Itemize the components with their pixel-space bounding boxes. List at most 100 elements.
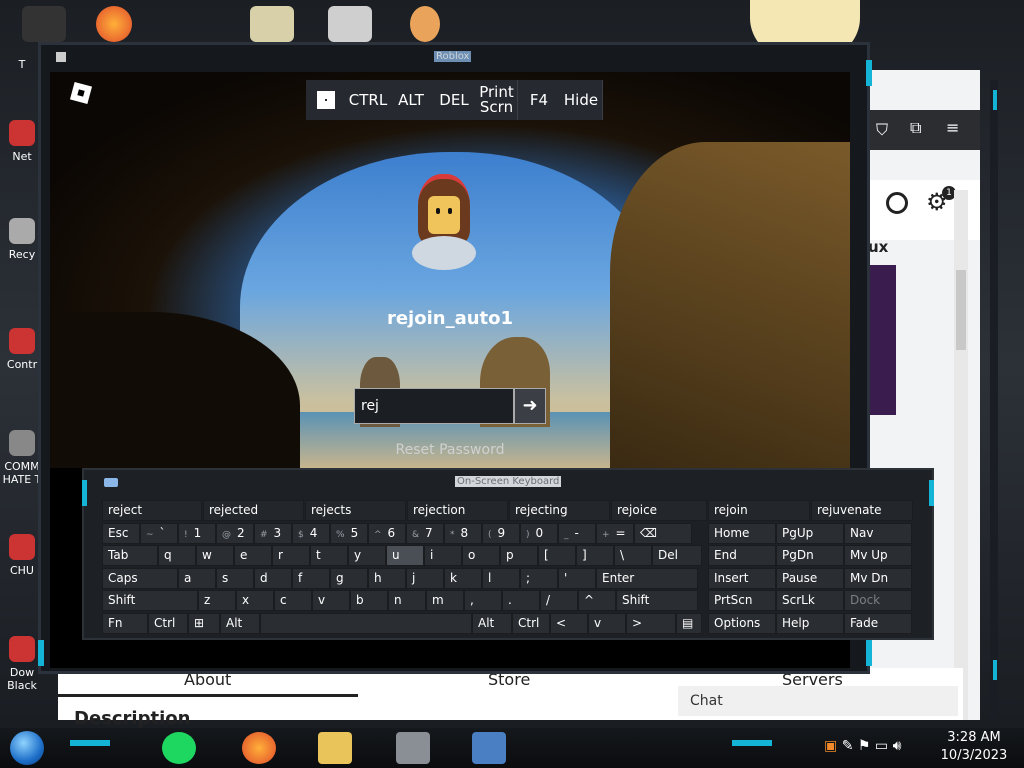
key-4[interactable]: #3 xyxy=(254,522,292,544)
key-r[interactable]: r xyxy=(272,545,310,566)
menu-icon[interactable]: ≡ xyxy=(946,118,959,137)
robux-icon[interactable] xyxy=(886,192,908,214)
key-2[interactable]: ! 1 xyxy=(178,522,216,544)
key-options[interactable]: Options xyxy=(708,612,776,634)
key-f[interactable]: f xyxy=(292,567,330,589)
key-'[interactable]: ' xyxy=(558,567,596,589)
key-k[interactable]: k xyxy=(444,567,482,589)
key-4[interactable]: v xyxy=(312,590,350,611)
suggestion-rejoice[interactable]: rejoice xyxy=(611,500,707,521)
key-dock[interactable]: Dock xyxy=(844,590,912,611)
windows-key-button[interactable] xyxy=(306,80,347,120)
suggestion-rejected[interactable]: rejected xyxy=(203,500,304,521)
key-12[interactable]: _ - xyxy=(558,522,596,544)
suggestion-rejuvenate[interactable]: rejuvenate xyxy=(811,500,913,521)
suggestion-rejecting[interactable]: rejecting xyxy=(509,500,610,521)
key-Tab[interactable]: Tab xyxy=(102,545,158,566)
key-row5-0[interactable]: Fn xyxy=(102,612,148,634)
key-][interactable]: ] xyxy=(576,545,614,566)
key-1[interactable]: ~ ` xyxy=(140,522,178,544)
password-input[interactable]: rej xyxy=(354,388,514,424)
hide-button[interactable]: Hide xyxy=(560,80,603,120)
app-icon[interactable] xyxy=(22,6,66,42)
pocket-icon[interactable]: ⛉ xyxy=(876,120,888,140)
key-pgdn[interactable]: PgDn xyxy=(776,545,844,566)
key-[[interactable]: [ xyxy=(538,545,576,566)
volume-icon[interactable]: 🔊︎ xyxy=(893,738,902,754)
key-h[interactable]: h xyxy=(368,567,406,589)
key-row5-8[interactable]: v xyxy=(588,612,626,634)
key-3[interactable]: @2 xyxy=(216,522,254,544)
firefox-icon[interactable] xyxy=(242,732,276,764)
key-0[interactable]: Shift xyxy=(102,590,198,611)
tray-tool-icon[interactable]: ✎ xyxy=(842,738,854,754)
key-help[interactable]: Help xyxy=(776,612,844,634)
key-Enter[interactable]: Enter xyxy=(596,567,698,589)
key-s[interactable]: s xyxy=(216,567,254,589)
key-6[interactable]: % 5 xyxy=(330,522,368,544)
key-row5-5[interactable]: Alt xyxy=(472,612,512,634)
suggestion-rejoin[interactable]: rejoin xyxy=(708,500,810,521)
key-row5-1[interactable]: Ctrl xyxy=(148,612,188,634)
key-q[interactable]: q xyxy=(158,545,196,566)
key-p[interactable]: p xyxy=(500,545,538,566)
key-fade[interactable]: Fade xyxy=(844,612,912,634)
key-9[interactable]: . xyxy=(502,590,540,611)
print-screen-button[interactable]: Print Scrn xyxy=(476,80,518,120)
flag-icon[interactable]: ⚑ xyxy=(858,738,871,754)
key-14[interactable]: ⌫ xyxy=(634,522,692,544)
key-row5-10[interactable]: ▤ xyxy=(676,612,702,634)
key-row5-3[interactable]: Alt xyxy=(220,612,260,634)
key-row5-7[interactable]: < xyxy=(550,612,588,634)
key-8[interactable]: & 7 xyxy=(406,522,444,544)
firefox-icon[interactable] xyxy=(96,6,132,42)
key-home[interactable]: Home xyxy=(708,522,776,544)
remote-desktop-icon[interactable] xyxy=(472,732,506,764)
key-row5-9[interactable]: > xyxy=(626,612,676,634)
suggestion-rejection[interactable]: rejection xyxy=(407,500,508,521)
key-u[interactable]: u xyxy=(386,545,424,566)
app-icon[interactable] xyxy=(328,6,372,42)
clock[interactable]: 3:28 AM 10/3/2023 xyxy=(934,729,1014,765)
key-i[interactable]: i xyxy=(424,545,462,566)
key-e[interactable]: e xyxy=(234,545,272,566)
key-j[interactable]: j xyxy=(406,567,444,589)
key-7[interactable]: m xyxy=(426,590,464,611)
submit-arrow-button[interactable]: ➜ xyxy=(514,388,546,424)
file-explorer-icon[interactable] xyxy=(318,732,352,764)
key-scrlk[interactable]: ScrLk xyxy=(776,590,844,611)
key-d[interactable]: d xyxy=(254,567,292,589)
chat-panel[interactable]: Chat xyxy=(678,686,958,716)
key-10[interactable]: (9 xyxy=(482,522,520,544)
scrollbar[interactable] xyxy=(954,190,968,720)
key-nav[interactable]: Nav xyxy=(844,522,912,544)
key-g[interactable]: g xyxy=(330,567,368,589)
key-0[interactable]: Esc xyxy=(102,522,140,544)
tray-app-icon[interactable]: ▣ xyxy=(824,738,837,754)
key-11[interactable]: ^ xyxy=(578,590,616,611)
key-9[interactable]: * 8 xyxy=(444,522,482,544)
key-Del[interactable]: Del xyxy=(652,545,702,566)
key-1[interactable]: z xyxy=(198,590,236,611)
key-a[interactable]: a xyxy=(178,567,216,589)
key-5[interactable]: $4 xyxy=(292,522,330,544)
key-t[interactable]: t xyxy=(310,545,348,566)
scrollbar-thumb[interactable] xyxy=(956,270,966,350)
key-o[interactable]: o xyxy=(462,545,500,566)
key-pause[interactable]: Pause xyxy=(776,567,844,589)
f4-button[interactable]: F4 xyxy=(518,80,561,120)
key-10[interactable]: / xyxy=(540,590,578,611)
key-l[interactable]: l xyxy=(482,567,520,589)
ctrl-button[interactable]: CTRL xyxy=(346,80,391,120)
spotify-icon[interactable] xyxy=(162,732,196,764)
suggestion-rejects[interactable]: rejects xyxy=(305,500,406,521)
key-Caps[interactable]: Caps xyxy=(102,567,178,589)
suggestion-reject[interactable]: reject xyxy=(102,500,202,521)
hxd-icon[interactable] xyxy=(250,6,294,42)
key-;[interactable]: ; xyxy=(520,567,558,589)
key-y[interactable]: y xyxy=(348,545,386,566)
key-w[interactable]: w xyxy=(196,545,234,566)
roblox-taskbar-icon[interactable] xyxy=(396,732,430,764)
key-7[interactable]: ^ 6 xyxy=(368,522,406,544)
del-button[interactable]: DEL xyxy=(432,80,477,120)
